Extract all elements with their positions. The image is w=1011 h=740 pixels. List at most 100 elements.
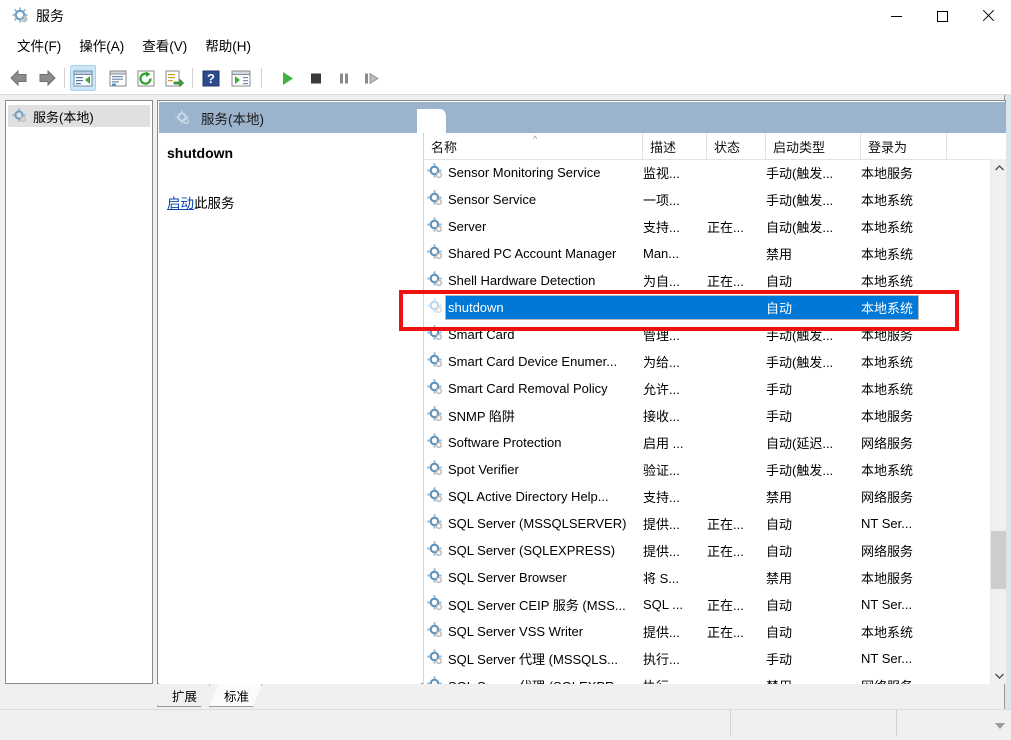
results-pane-title: 服务(本地) <box>201 111 264 127</box>
show-hide-console-tree-button[interactable] <box>70 65 96 91</box>
table-row[interactable]: SQL Server (MSSQLSERVER) 提供... 正在... 自动 NT S… <box>424 510 991 537</box>
pause-service-button[interactable] <box>331 65 357 91</box>
cell-description: Man... <box>643 246 680 261</box>
service-gear-icon <box>427 406 445 424</box>
cell-name: SQL Server (SQLEXPRESS) <box>448 543 616 558</box>
table-row[interactable]: SQL Server VSS Writer 提供... 正在... 自动 本地系统 <box>424 618 991 645</box>
table-row[interactable]: Server 支持... 正在... 自动(触发... 本地系统 <box>424 213 991 240</box>
maximize-button[interactable] <box>919 0 965 32</box>
restart-service-button[interactable] <box>359 65 385 91</box>
export-list-button[interactable] <box>161 65 187 91</box>
minimize-button[interactable] <box>873 0 919 32</box>
cell-log-on-as: 本地系统 <box>861 301 914 316</box>
table-row-selected[interactable]: shutdown 自动 本地系统 <box>424 294 991 321</box>
start-service-button[interactable] <box>275 65 301 91</box>
service-gear-icon <box>427 433 445 451</box>
cell-status: 正在... <box>707 598 744 613</box>
table-row[interactable]: SQL Active Directory Help... 支持... 禁用 网络服务 <box>424 483 991 510</box>
cell-startup-type: 手动(触发... <box>766 463 834 478</box>
status-bar-grip-icon <box>995 723 1005 729</box>
stop-service-button[interactable] <box>303 65 329 91</box>
properties-button[interactable] <box>105 65 131 91</box>
start-service-icon <box>283 71 293 85</box>
table-row[interactable]: Sensor Monitoring Service 监视... 手动(触发... 本地… <box>424 159 991 186</box>
show-action-pane-button[interactable] <box>228 65 254 91</box>
service-gear-icon <box>427 622 445 640</box>
cell-log-on-as: 网络服务 <box>861 544 914 559</box>
column-header-name-label: 名称 <box>431 139 458 155</box>
tab-standard[interactable]: 标准 <box>209 684 262 707</box>
title-bar: 服务 <box>0 0 1011 32</box>
results-pane-header: 服务(本地) <box>159 102 1006 133</box>
tab-extended[interactable]: 扩展 <box>157 684 210 707</box>
column-header-log-on-as[interactable]: 登录为 <box>861 133 947 159</box>
sidebar-item-label: 服务(本地) <box>33 109 94 125</box>
table-row[interactable]: Spot Verifier 验证... 手动(触发... 本地系统 <box>424 456 991 483</box>
scroll-down-icon[interactable] <box>991 667 1006 684</box>
table-row[interactable]: SQL Server 代理 (MSSQLS... 执行... 手动 NT Ser... <box>424 645 991 672</box>
cell-name: Shell Hardware Detection <box>448 273 596 288</box>
forward-button[interactable] <box>34 65 60 91</box>
cell-startup-type: 自动 <box>766 274 793 289</box>
table-row[interactable]: Shared PC Account Manager Man... 禁用 本地系统 <box>424 240 991 267</box>
pause-service-icon <box>340 73 348 83</box>
start-service-link[interactable]: 启动 <box>167 196 194 211</box>
table-row[interactable]: Sensor Service 一项... 手动(触发... 本地系统 <box>424 186 991 213</box>
table-row[interactable]: Smart Card Removal Policy 允许... 手动 本地系统 <box>424 375 991 402</box>
cell-log-on-as: 本地系统 <box>861 463 914 478</box>
status-bar-separator-1 <box>730 710 731 736</box>
cell-log-on-as: 本地服务 <box>861 328 914 343</box>
refresh-icon <box>137 70 155 86</box>
cell-status: 正在... <box>707 274 744 289</box>
cell-name: SQL Server VSS Writer <box>448 624 584 639</box>
cell-name: Sensor Service <box>448 192 537 207</box>
menu-view[interactable]: 查看(V) <box>133 35 196 59</box>
list-rows: Sensor Monitoring Service 监视... 手动(触发... 本地… <box>424 159 991 684</box>
column-header-status[interactable]: 状态 <box>707 133 766 159</box>
selected-service-name: shutdown <box>167 145 234 161</box>
table-row[interactable]: SNMP 陷阱 接收... 手动 本地服务 <box>424 402 991 429</box>
cell-description: 为自... <box>643 274 680 289</box>
cell-status: 正在... <box>707 220 744 235</box>
table-row[interactable]: SQL Server (SQLEXPRESS) 提供... 正在... 自动 网络服务 <box>424 537 991 564</box>
table-row[interactable]: Software Protection 启用 ... 自动(延迟... 网络服务 <box>424 429 991 456</box>
cell-startup-type: 手动 <box>766 382 793 397</box>
table-row[interactable]: SQL Server 代理 (SQLEXPR 执行 禁用 网络服务 <box>424 672 991 684</box>
cell-log-on-as: 本地系统 <box>861 220 914 235</box>
cell-startup-type: 手动(触发... <box>766 166 834 181</box>
close-button[interactable] <box>965 0 1011 32</box>
list-vertical-scrollbar[interactable] <box>990 159 1006 684</box>
cell-description: 提供... <box>643 544 680 559</box>
column-header-name[interactable]: 名称 ^ <box>424 133 643 159</box>
cell-description: 接收... <box>643 409 680 424</box>
scrollbar-thumb[interactable] <box>991 531 1006 589</box>
header-notch <box>417 102 447 133</box>
table-row[interactable]: Smart Card Device Enumer... 为给... 手动(触发...… <box>424 348 991 375</box>
table-row[interactable]: Smart Card 管理... 手动(触发... 本地服务 <box>424 321 991 348</box>
cell-description: 为给... <box>643 355 680 370</box>
cell-startup-type: 禁用 <box>766 676 792 684</box>
table-row[interactable]: SQL Server CEIP 服务 (MSS... SQL ... 正在... 自动… <box>424 591 991 618</box>
table-row[interactable]: SQL Server Browser 将 S... 禁用 本地服务 <box>424 564 991 591</box>
export-list-icon <box>165 70 184 87</box>
cell-status: 正在... <box>707 625 744 640</box>
service-gear-icon <box>427 217 445 235</box>
table-row[interactable]: Shell Hardware Detection 为自... 正在... 自动 本地系统 <box>424 267 991 294</box>
menu-file[interactable]: 文件(F) <box>8 35 70 59</box>
sidebar-item-services-local[interactable]: 服务(本地) <box>8 105 150 127</box>
refresh-button[interactable] <box>133 65 159 91</box>
cell-status: 正在... <box>707 544 744 559</box>
toolbar: ? <box>0 62 1011 95</box>
column-header-description[interactable]: 描述 <box>643 133 707 159</box>
cell-name: Spot Verifier <box>448 462 519 477</box>
menu-help[interactable]: 帮助(H) <box>196 35 260 59</box>
scroll-up-icon[interactable] <box>991 159 1006 176</box>
back-button[interactable] <box>6 65 32 91</box>
cell-name: shutdown <box>448 300 504 315</box>
service-gear-icon <box>427 325 445 343</box>
cell-log-on-as: 本地系统 <box>861 247 914 262</box>
help-button[interactable]: ? <box>198 65 224 91</box>
cell-status: 正在... <box>707 517 744 532</box>
menu-action[interactable]: 操作(A) <box>70 35 133 59</box>
column-header-startup-type[interactable]: 启动类型 <box>766 133 861 159</box>
